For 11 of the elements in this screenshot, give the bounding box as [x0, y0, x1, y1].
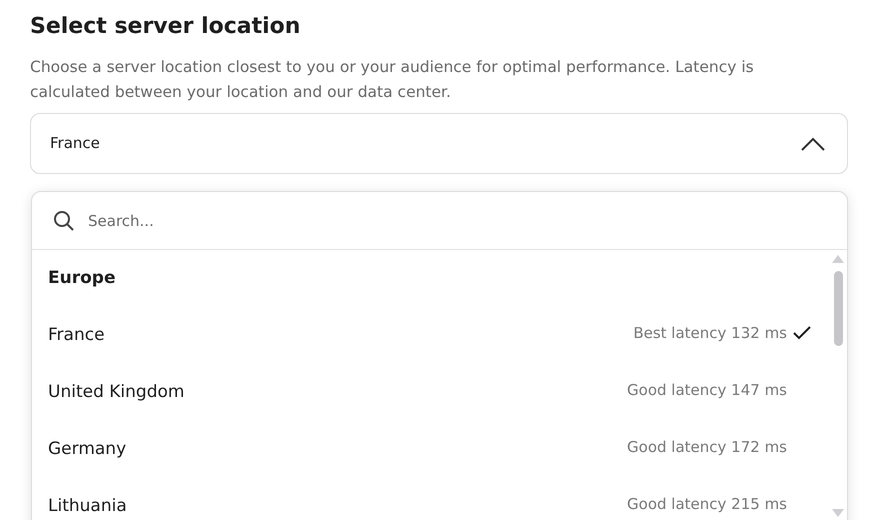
latency-label: Best latency 132 ms: [633, 322, 787, 344]
page-title: Select server location: [30, 13, 300, 41]
location-select[interactable]: France: [30, 113, 848, 174]
group-header: Europe: [48, 266, 116, 290]
description: Choose a server location closest to you or your audience for optimal performance. Latency is calculated between your location and our data center.: [30, 57, 755, 103]
latency-label: Good latency 172 ms: [627, 436, 787, 458]
chevron-up-icon: [801, 136, 825, 150]
search-field[interactable]: Search...: [88, 200, 847, 240]
latency-label: Good latency 215 ms: [627, 494, 787, 515]
search-icon: [52, 208, 76, 232]
latency-label: Good latency 147 ms: [627, 380, 787, 401]
